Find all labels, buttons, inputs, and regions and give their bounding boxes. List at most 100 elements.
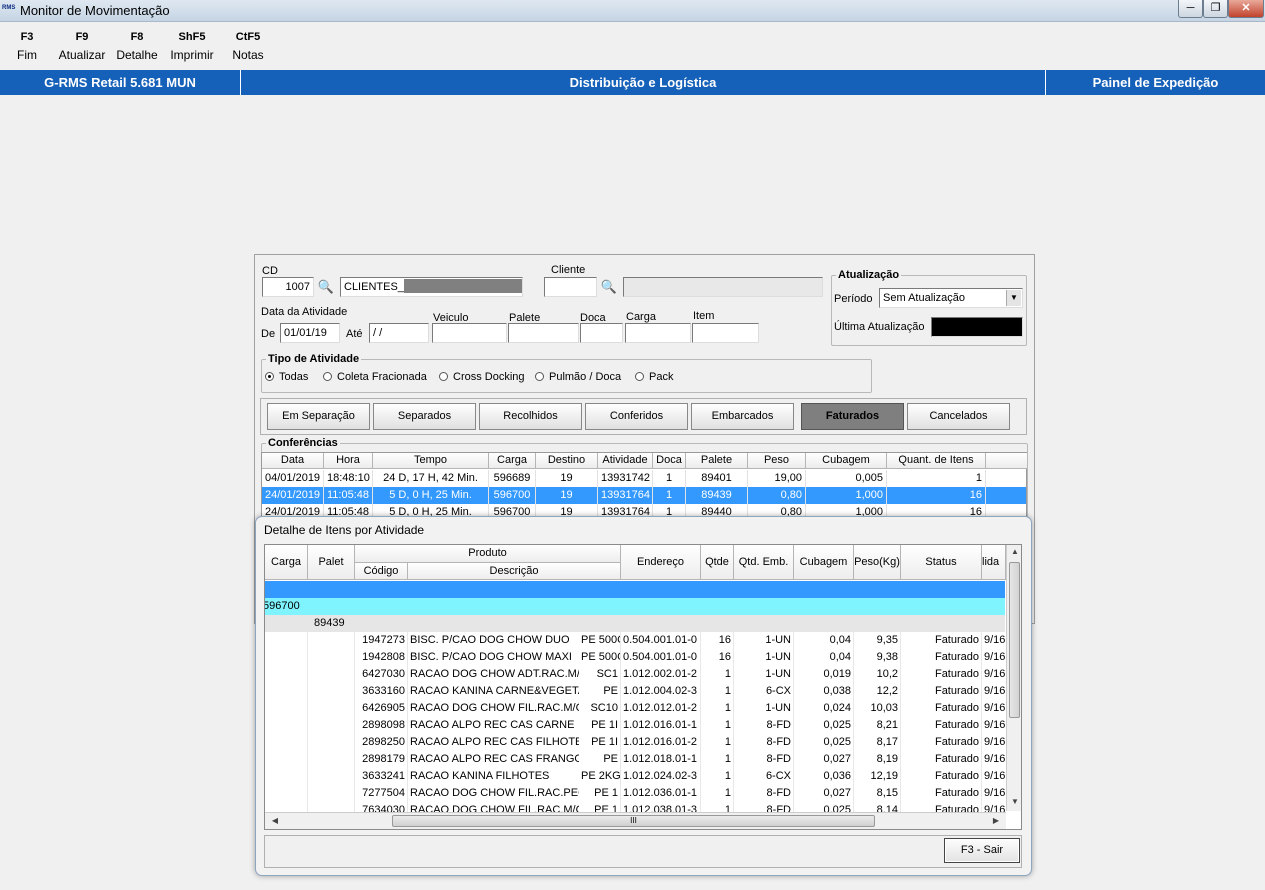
table-cell-qtd-emb: 8-FD [734,717,794,734]
veiculo-input[interactable] [432,323,507,343]
table-cell: 04/01/2019 [262,470,324,487]
window-title-bar[interactable]: RMS Monitor de Movimentação ─ ❐ ✕ [0,0,1265,22]
tab-conferidos[interactable]: Conferidos [585,403,688,430]
window-title: Monitor de Movimentação [20,3,170,18]
column-header-codigo[interactable]: Código [355,563,408,580]
periodo-select[interactable]: Sem Atualização ▼ [879,288,1023,308]
table-cell: 16 [887,487,986,504]
table-cell-cubagem: 0,025 [794,734,854,751]
radio-coleta-fracionada[interactable]: Coleta Fracionada [323,371,427,383]
radio-cross-docking[interactable]: Cross Docking [439,371,525,383]
fkey-imprimir[interactable]: ShF5 Imprimir [168,31,216,62]
fkey-detalhe[interactable]: F8 Detalhe [113,31,161,62]
column-header-produto[interactable]: Produto [355,545,621,563]
table-cell-validade: 9/16 [982,785,1005,802]
column-header[interactable]: Palete [686,453,748,469]
scroll-up-icon[interactable]: ▲ [1007,547,1021,556]
detalhe-itens-grid[interactable]: Carga Palet Produto Código Descrição End… [264,544,1022,830]
table-cell-peso: 12,2 [854,683,901,700]
chevron-down-icon[interactable]: ▼ [1006,290,1021,306]
table-row[interactable]: 3633241 RACAO KANINA FILHOTES PE 2KG 1.012.… [265,768,1005,785]
doca-input[interactable] [580,323,623,343]
tab-separados[interactable]: Separados [373,403,476,430]
table-row[interactable]: 6426905 RACAO DOG CHOW FIL.RAC.M/G SC10 1.0… [265,700,1005,717]
tab-recolhidos[interactable]: Recolhidos [479,403,582,430]
column-header[interactable]: Tempo [373,453,489,469]
carga-input[interactable] [625,323,691,343]
table-row[interactable]: 2898179 RACAO ALPO REC CAS FRANGO PE 1.012.… [265,751,1005,768]
cliente-input[interactable] [544,277,597,297]
column-header[interactable]: Atividade [598,453,653,469]
palet-group-row[interactable]: 89439 [265,615,1005,632]
radio-pack[interactable]: Pack [635,371,673,383]
column-header-status[interactable]: Status [901,545,982,580]
scroll-right-icon[interactable]: ▶ [988,816,1004,825]
column-header[interactable]: Doca [653,453,686,469]
tab-em-separacao[interactable]: Em Separação [267,403,370,430]
column-header-descricao[interactable]: Descrição [408,563,621,580]
cd-input[interactable]: 1007 [262,277,314,297]
column-header-palet[interactable]: Palet [308,545,355,580]
column-header-peso[interactable]: Peso(Kg) [854,545,901,580]
table-cell: 19 [536,487,598,504]
table-row[interactable]: 2898250 RACAO ALPO REC CAS FILHOTE PE 1I 1.… [265,734,1005,751]
restore-button[interactable]: ❐ [1203,0,1228,18]
table-row[interactable]: 7277504 RACAO DOG CHOW FIL.RAC.PEQ PE 1 1.0… [265,785,1005,802]
table-cell-qtd-emb: 8-FD [734,751,794,768]
tab-faturados[interactable]: Faturados [801,403,904,430]
radio-label: Pulmão / Doca [549,371,622,383]
column-header[interactable]: Quant. de Itens [887,453,986,469]
minimize-button[interactable]: ─ [1178,0,1203,18]
radio-pulmao-doca[interactable]: Pulmão / Doca [535,371,621,383]
table-row[interactable]: 04/01/2019 18:48:10 24 D, 17 H, 42 Min. 596… [262,470,1026,487]
scroll-left-icon[interactable]: ◀ [267,816,283,825]
binoculars-search-icon[interactable]: 🔍 [317,278,335,296]
column-header-validade[interactable]: lida [982,545,1006,580]
column-header-qtd-emb[interactable]: Qtd. Emb. [734,545,794,580]
palete-input[interactable] [508,323,579,343]
close-button[interactable]: ✕ [1228,0,1264,18]
vertical-scroll-thumb[interactable] [1009,562,1020,718]
carga-group-row[interactable]: 596700 [265,598,1005,615]
data-de-input[interactable]: 01/01/19 [280,323,340,343]
table-cell-peso: 9,35 [854,632,901,649]
exit-button[interactable]: F3 - Sair [944,838,1020,863]
fkey-atualizar[interactable]: F9 Atualizar [58,31,106,62]
table-row[interactable]: 2898098 RACAO ALPO REC CAS CARNE PE 1I 1.01… [265,717,1005,734]
tab-embarcados[interactable]: Embarcados [691,403,794,430]
conferencias-grid[interactable]: Data Hora Tempo Carga Destino Atividade … [261,452,1027,522]
column-header[interactable]: Peso [748,453,806,469]
radio-icon [439,372,448,381]
table-row[interactable]: 6427030 RACAO DOG CHOW ADT.RAC.M/G SC1 1.01… [265,666,1005,683]
fkey-notas[interactable]: CtF5 Notas [224,31,272,62]
column-header[interactable]: Cubagem [806,453,887,469]
table-row[interactable]: 1942808BISC. P/CAO DOG CHOW MAXIPE 500G0… [265,649,1005,666]
column-header-qtde[interactable]: Qtde [701,545,734,580]
radio-todas[interactable]: Todas [265,371,308,383]
fkey-fim[interactable]: F3 Fim [3,31,51,62]
column-header-carga[interactable]: Carga [265,545,308,580]
table-row[interactable]: 3633160 RACAO KANINA CARNE&VEGETAIS PE 1.01… [265,683,1005,700]
table-row[interactable]: 7634030 RACAO DOG CHOW FIL.RAC.M/G PE 1 1.0… [265,802,1005,812]
column-header[interactable]: Hora [324,453,373,469]
column-header[interactable]: Destino [536,453,598,469]
column-header-endereco[interactable]: Endereço [621,545,701,580]
periodo-label: Período [834,293,873,305]
selected-group-row[interactable] [265,581,1005,598]
table-row[interactable]: 24/01/2019 11:05:48 5 D, 0 H, 25 Min. 59670… [262,487,1026,504]
table-cell-peso: 8,21 [854,717,901,734]
table-row[interactable]: 1947273BISC. P/CAO DOG CHOW DUO PE 500G0.… [265,632,1005,649]
column-header[interactable]: Carga [489,453,536,469]
scroll-down-icon[interactable]: ▼ [1007,797,1021,806]
tab-cancelados[interactable]: Cancelados [907,403,1010,430]
horizontal-scroll-thumb[interactable]: III [392,815,875,827]
item-input[interactable] [692,323,759,343]
table-cell-qtde: 1 [701,751,734,768]
data-ate-input[interactable]: / / [369,323,429,343]
radio-label: Todas [279,371,309,383]
binoculars-search-icon[interactable]: 🔍 [600,278,618,296]
horizontal-scrollbar[interactable]: ◀ III ▶ [265,812,1006,829]
column-header[interactable]: Data [262,453,324,469]
column-header-cubagem[interactable]: Cubagem [794,545,854,580]
vertical-scrollbar[interactable]: ▲ ▼ [1006,545,1021,811]
